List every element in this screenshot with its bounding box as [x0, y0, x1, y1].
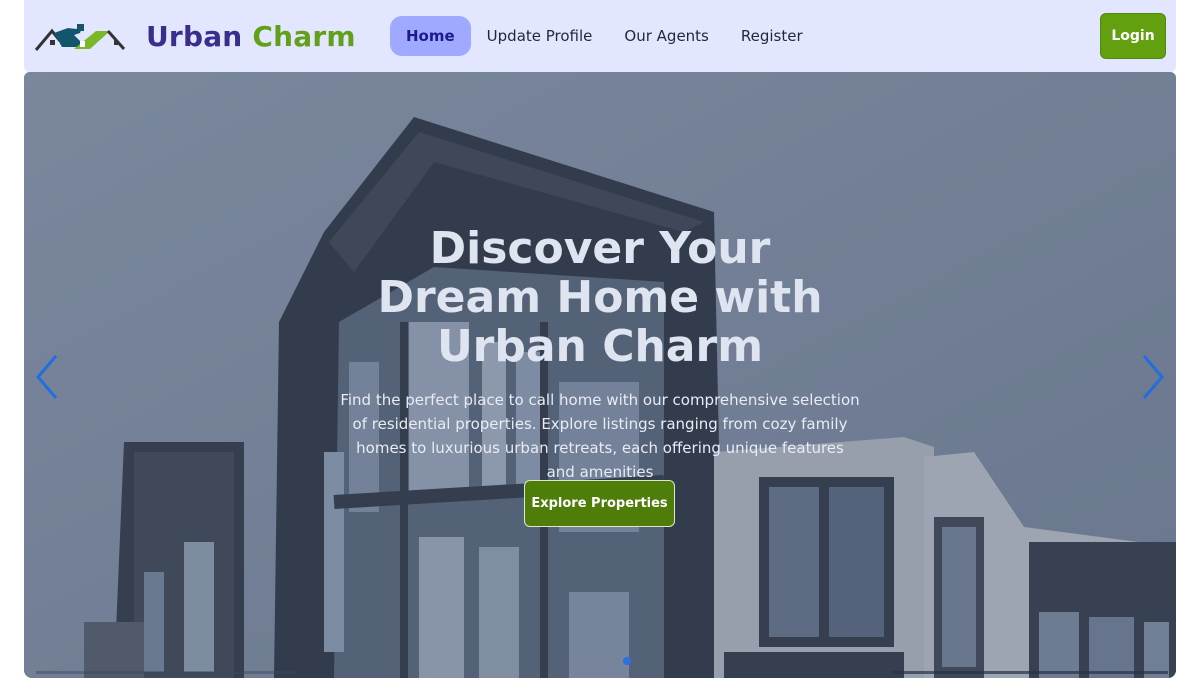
- hero-description: Find the perfect place to call home with…: [340, 391, 860, 481]
- carousel-progress-bar: [892, 671, 1168, 674]
- navbar: Urban Charm Home Update Profile Our Agen…: [24, 0, 1176, 72]
- carousel-dot-4[interactable]: [623, 657, 631, 665]
- nav-our-agents[interactable]: Our Agents: [608, 16, 724, 56]
- nav-register[interactable]: Register: [725, 16, 819, 56]
- explore-properties-button[interactable]: Explore Properties: [524, 480, 675, 527]
- brand[interactable]: Urban Charm: [34, 12, 356, 60]
- carousel-next-button[interactable]: [1138, 352, 1168, 402]
- nav-update-profile[interactable]: Update Profile: [471, 16, 609, 56]
- hero-carousel: Discover Your Dream Home with Urban Char…: [24, 72, 1176, 678]
- hero-title: Discover Your Dream Home with Urban Char…: [377, 223, 823, 372]
- chevron-left-icon: [36, 355, 58, 399]
- login-button[interactable]: Login: [1100, 13, 1166, 59]
- carousel-progress-track: [36, 671, 296, 674]
- brand-name: Urban Charm: [146, 20, 356, 53]
- hero-content: Discover Your Dream Home with Urban Char…: [24, 72, 1176, 678]
- house-roofs-logo-icon: [34, 24, 126, 51]
- nav-links: Home Update Profile Our Agents Register: [390, 16, 819, 56]
- carousel-dot-2[interactable]: [589, 657, 597, 665]
- brand-word-charm: Charm: [252, 19, 356, 53]
- brand-word-urban: Urban: [146, 19, 243, 53]
- chevron-right-icon: [1142, 355, 1164, 399]
- carousel-dot-3[interactable]: [606, 657, 614, 665]
- carousel-dot-1[interactable]: [572, 657, 580, 665]
- carousel-prev-button[interactable]: [32, 352, 62, 402]
- carousel-pagination: [572, 657, 631, 665]
- nav-home[interactable]: Home: [390, 16, 471, 56]
